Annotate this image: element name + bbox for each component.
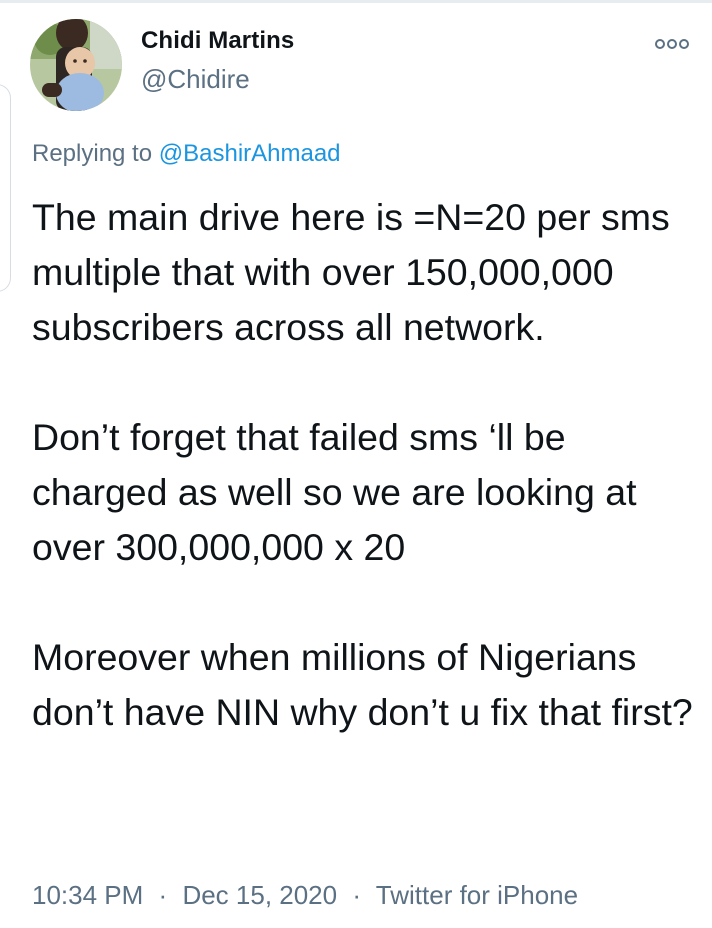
tweet-paragraph: Moreover when millions of Nigerians don’… (32, 636, 693, 733)
dot (667, 39, 677, 49)
dot (679, 39, 689, 49)
meta-separator: · (352, 880, 362, 910)
tweet-paragraph: Don’t forget that failed sms ‘ll be char… (32, 416, 637, 568)
replying-to-mention[interactable]: @BashirAhmaad (159, 140, 341, 167)
adjacent-card-edge (0, 84, 11, 292)
tweet-text: The main drive here is =N=20 per sms mul… (32, 190, 702, 740)
tweet-date[interactable]: Dec 15, 2020 (182, 880, 337, 910)
replying-to-label: Replying to (32, 140, 153, 167)
top-divider (0, 0, 712, 3)
tweet-time[interactable]: 10:34 PM (32, 880, 143, 910)
avatar[interactable] (30, 19, 122, 111)
dot (655, 39, 665, 49)
tweet-metadata: 10:34 PM · Dec 15, 2020 · Twitter for iP… (32, 880, 578, 911)
author-handle[interactable]: @Chidire (141, 64, 250, 95)
replying-to-line: Replying to @BashirAhmaad (32, 140, 341, 168)
tweet-source[interactable]: Twitter for iPhone (376, 880, 578, 910)
more-options-icon[interactable] (650, 30, 694, 58)
tweet-paragraph: The main drive here is =N=20 per sms mul… (32, 196, 670, 348)
meta-separator: · (158, 880, 168, 910)
author-display-name[interactable]: Chidi Martins (141, 27, 294, 55)
